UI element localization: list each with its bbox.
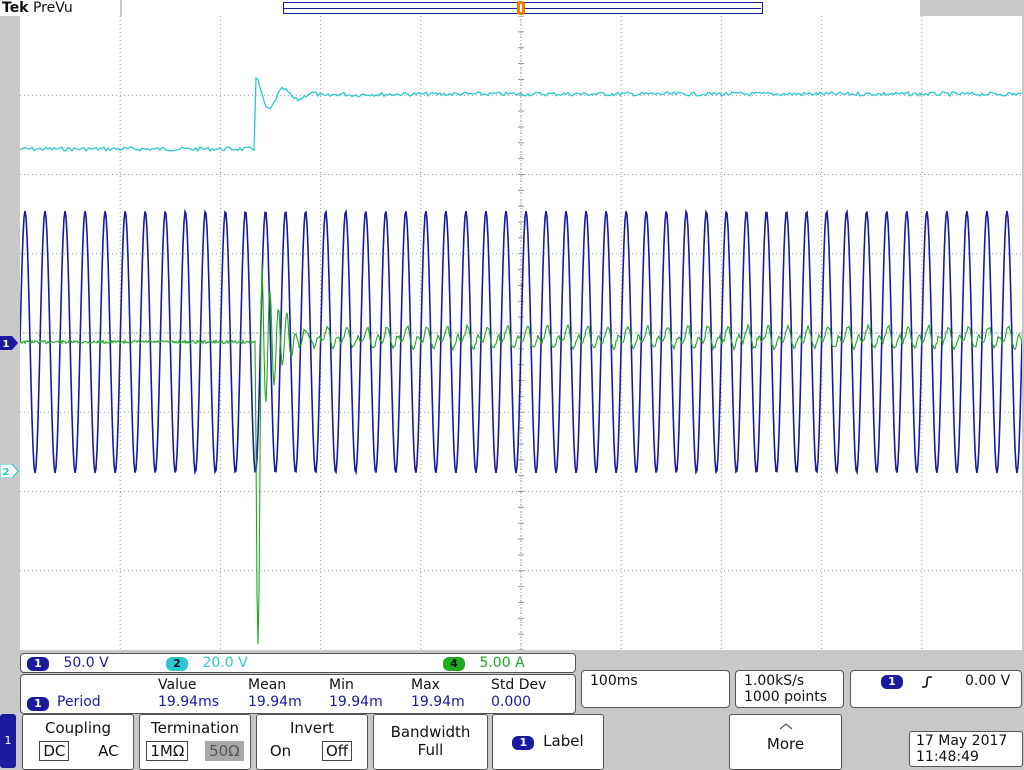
meas-header-stddev: Std Dev — [491, 677, 547, 693]
meas-min: 19.94m — [329, 694, 383, 710]
termination-50ohm: 50Ω — [205, 741, 244, 761]
meas-value: 19.94ms — [158, 694, 220, 710]
bandwidth-button[interactable]: Bandwidth Full — [373, 714, 488, 770]
ch4-badge: 4 — [443, 657, 465, 671]
ch2-badge: 2 — [166, 657, 188, 671]
channel-menu-badge[interactable]: 1 — [0, 714, 16, 768]
meas-header-value: Value — [158, 677, 197, 693]
meas-source-badge: 1 — [27, 697, 49, 711]
coupling-ac[interactable]: AC — [98, 742, 118, 760]
date-label: 17 May 2017 — [916, 733, 1008, 749]
invert-button[interactable]: Invert On Off — [256, 714, 368, 770]
ch1-scale[interactable]: 1 50.0 V — [27, 655, 109, 671]
tek-logo: Tek — [2, 0, 29, 16]
meas-header-min: Min — [329, 677, 354, 693]
meas-header-mean: Mean — [248, 677, 287, 693]
ch4-scale[interactable]: 4 5.00 A — [443, 655, 525, 671]
datetime-box: 17 May 2017 11:48:49 — [909, 731, 1023, 767]
termination-title: Termination — [151, 719, 239, 737]
meas-stddev: 0.000 — [491, 694, 532, 710]
ch2-scale[interactable]: 2 20.0 V — [166, 655, 248, 671]
rising-edge-icon — [922, 676, 932, 688]
ch2-marker-label: 2 — [3, 467, 10, 478]
ch1-scale-value: 50.0 V — [63, 655, 109, 671]
acquisition-panel[interactable]: 1.00kS/s 1000 points — [735, 670, 844, 708]
termination-button[interactable]: Termination 1MΩ 50Ω — [139, 714, 251, 770]
trigger-level: 0.00 V — [965, 673, 1011, 689]
meas-header-max: Max — [411, 677, 440, 693]
more-arrow-icon — [779, 723, 792, 730]
ch4-scale-value: 5.00 A — [479, 655, 525, 671]
timebase-panel[interactable]: 100ms — [581, 670, 730, 708]
ch1-marker-label: 1 — [3, 339, 10, 350]
brand-label: Tek PreVu — [0, 0, 120, 16]
invert-off[interactable]: Off — [321, 741, 353, 761]
mode-label: PreVu — [32, 0, 73, 16]
coupling-dc[interactable]: DC — [39, 741, 70, 761]
timebase-value: 100ms — [590, 673, 638, 689]
measurement-panel[interactable]: Value Mean Min Max Std Dev 1 Period 19.9… — [20, 674, 576, 714]
ch1-ground-marker-icon[interactable]: 1 — [0, 336, 20, 350]
invert-title: Invert — [289, 719, 335, 737]
coupling-button[interactable]: Coupling DC AC — [22, 714, 134, 770]
label-source-badge: 1 — [512, 736, 535, 750]
bandwidth-title: Bandwidth — [390, 723, 471, 741]
label-button[interactable]: 1 Label — [492, 714, 604, 770]
channel-scale-bar: 1 50.0 V 2 20.0 V 4 5.00 A — [20, 653, 576, 673]
waveform-area — [20, 16, 1022, 650]
bandwidth-value: Full — [417, 741, 444, 759]
more-title: More — [766, 735, 805, 753]
label-title: Label — [543, 732, 584, 750]
ch2-scale-value: 20.0 V — [202, 655, 248, 671]
meas-max: 19.94m — [411, 694, 465, 710]
record-length: 1000 points — [744, 689, 828, 705]
trigger-source-badge: 1 — [881, 675, 903, 689]
time-label: 11:48:49 — [916, 749, 979, 765]
meas-name: Period — [57, 694, 101, 710]
ch1-badge: 1 — [27, 657, 49, 671]
ch2-ground-marker-icon[interactable]: 2 — [0, 464, 20, 478]
coupling-title: Coupling — [44, 719, 112, 737]
termination-1mohm[interactable]: 1MΩ — [146, 741, 189, 761]
more-button[interactable]: More — [729, 714, 842, 770]
trigger-panel[interactable]: 1 0.00 V — [850, 670, 1022, 708]
invert-on[interactable]: On — [270, 742, 291, 760]
meas-source: 1 — [27, 695, 49, 711]
sample-rate: 1.00kS/s — [744, 673, 805, 689]
meas-mean: 19.94m — [248, 694, 302, 710]
